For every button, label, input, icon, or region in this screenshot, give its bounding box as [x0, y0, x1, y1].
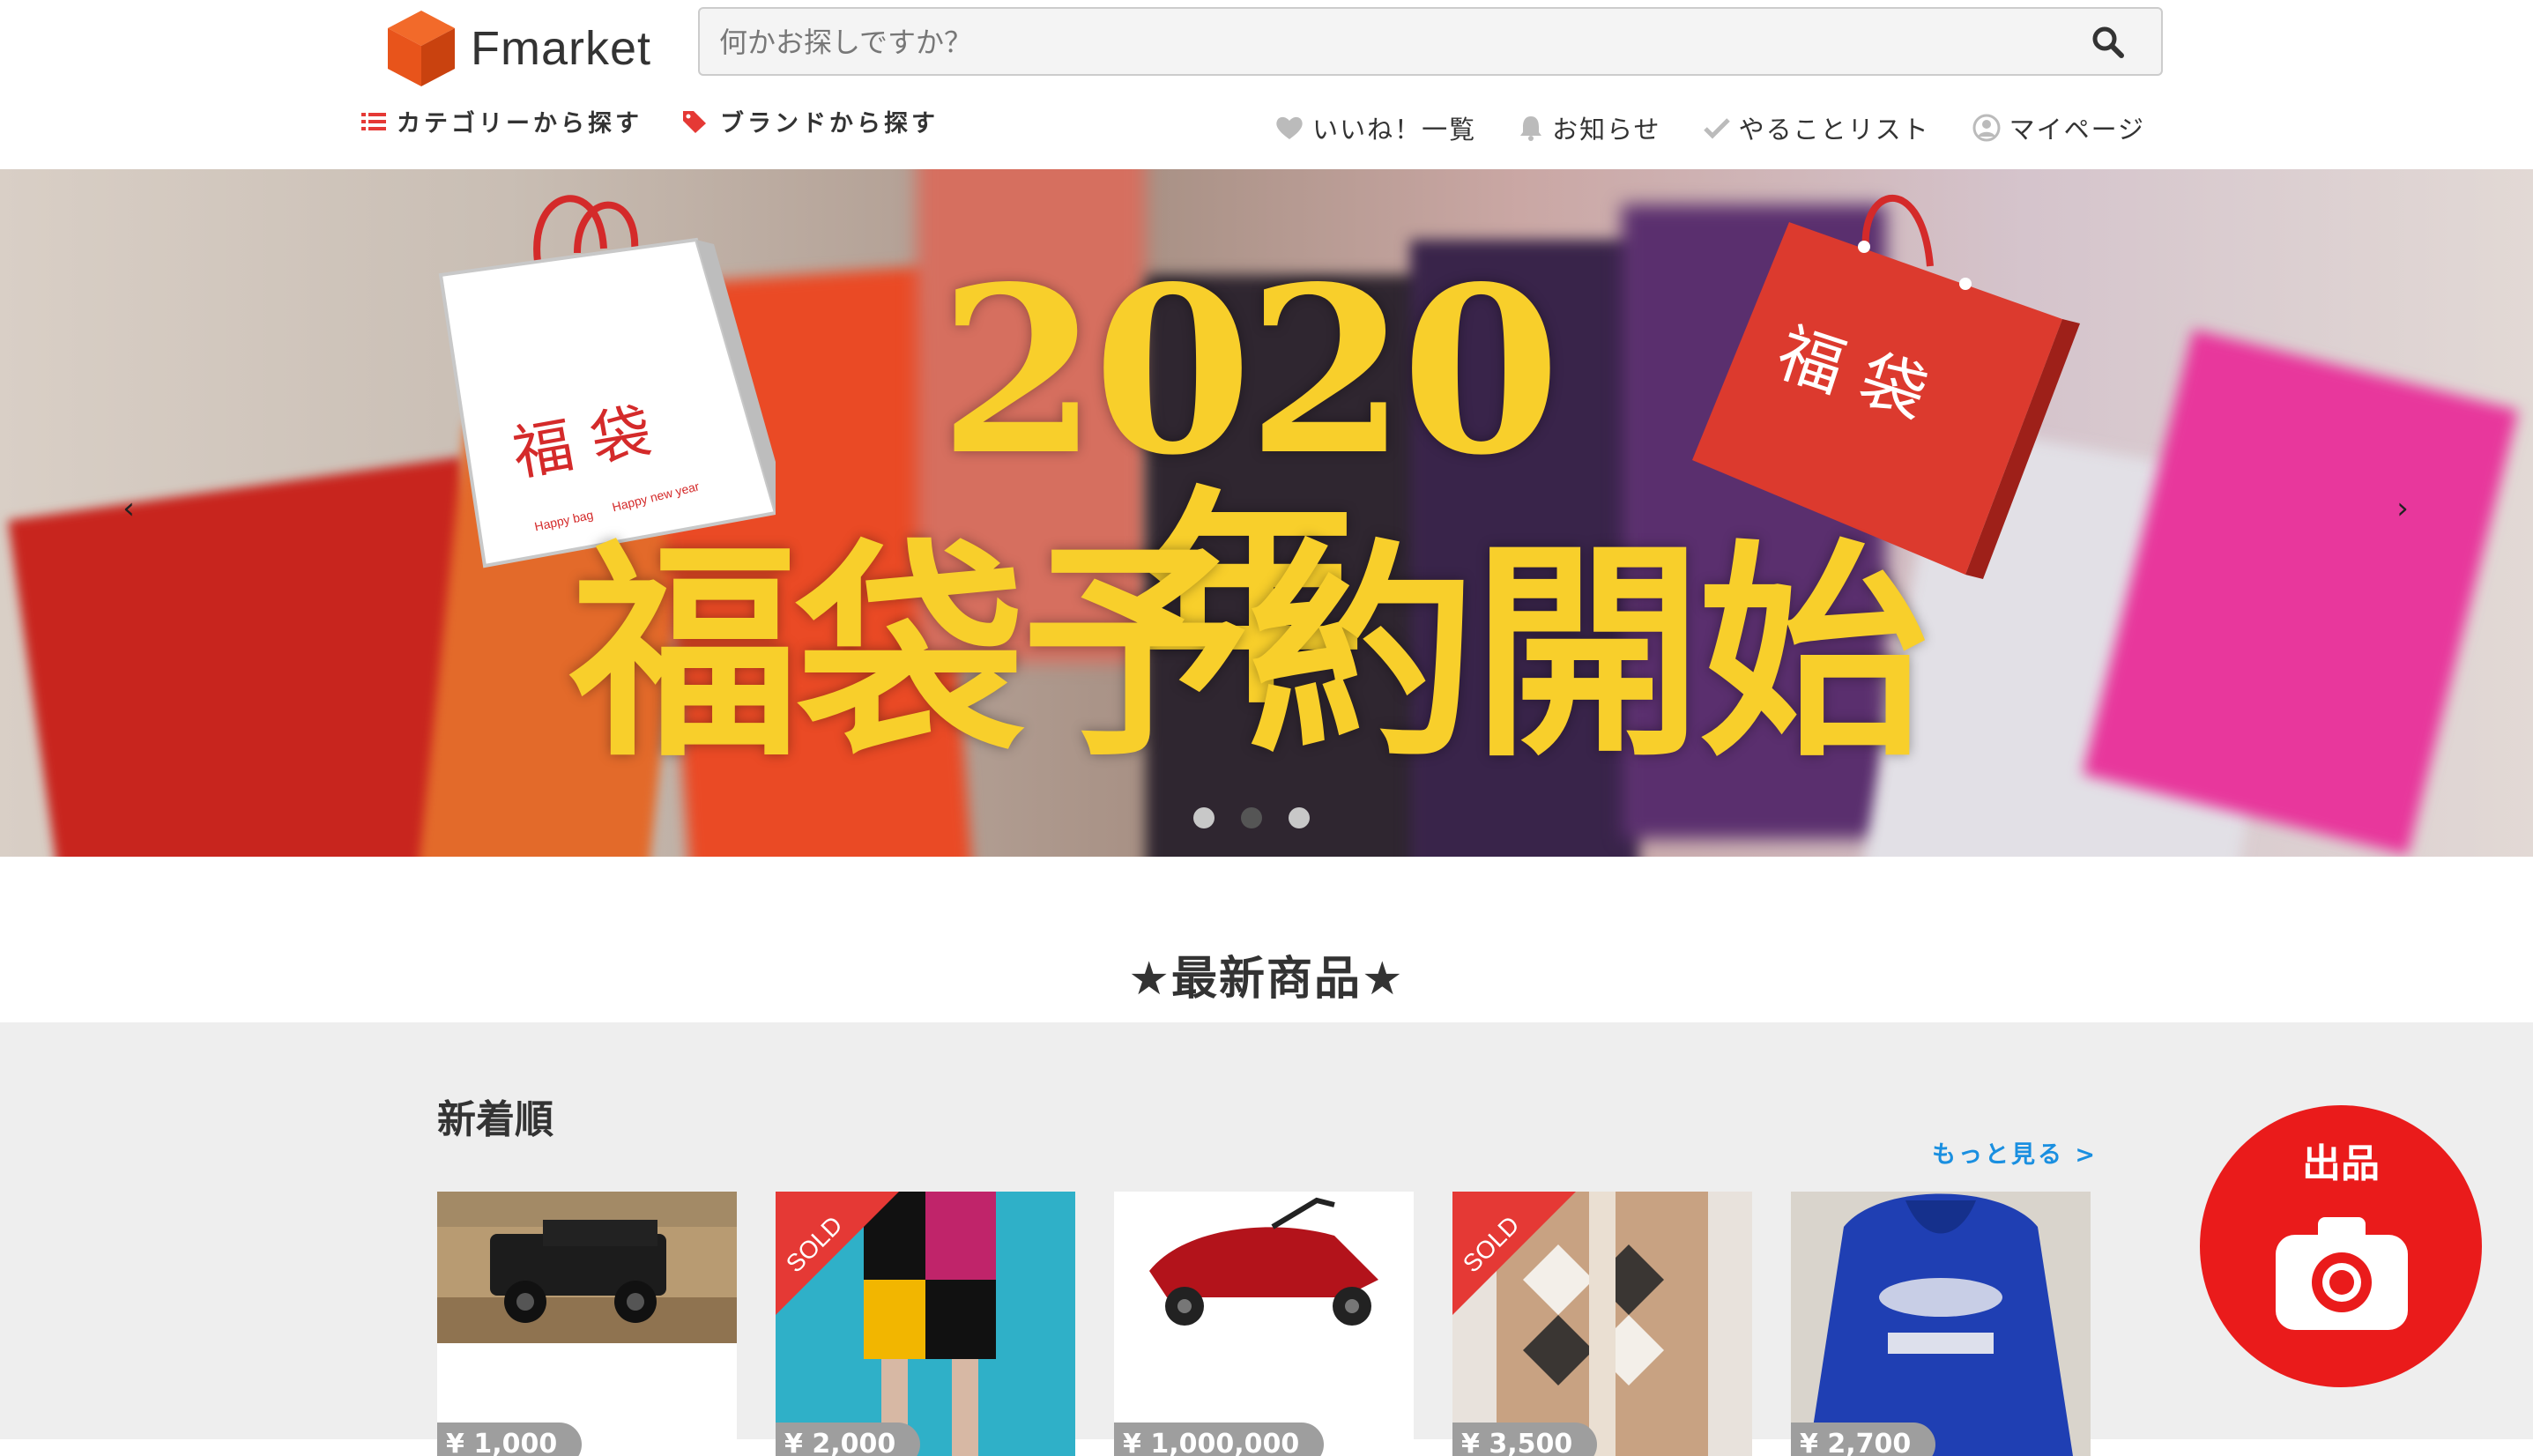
- bell-icon: [1520, 116, 1542, 141]
- nav-notifications[interactable]: お知らせ: [1519, 109, 1660, 146]
- new-items-heading: 新着順: [437, 1097, 553, 1142]
- logo[interactable]: Fmarket: [386, 9, 651, 88]
- price-tag: ¥ 1,000: [437, 1423, 583, 1456]
- site-header: Fmarket カテゴリーから探す ブランドから探す: [0, 0, 2533, 169]
- hero-title-main: 福袋予約開始: [570, 519, 1928, 788]
- user-icon: [1972, 114, 2001, 142]
- carousel-dot-3[interactable]: [1289, 807, 1310, 828]
- heart-icon: [1276, 116, 1303, 139]
- logo-text: Fmarket: [471, 22, 652, 75]
- product-card[interactable]: SOLD ¥ 2,000: [776, 1192, 1075, 1456]
- hero-banner[interactable]: 福 袋 Happy bag Happy new year 福 袋 2020年 福…: [0, 169, 2533, 857]
- check-icon: [1703, 118, 1730, 139]
- carousel-next-button[interactable]: ›: [2385, 482, 2420, 535]
- nav-notifications-label: お知らせ: [1552, 115, 1661, 145]
- see-more-link[interactable]: もっと見る >: [1932, 1135, 2098, 1170]
- carousel-prev-button[interactable]: ‹: [111, 482, 146, 535]
- sold-badge: SOLD: [1452, 1192, 1576, 1315]
- product-image-jeep: [437, 1192, 737, 1343]
- price-tag: ¥ 2,000: [776, 1423, 921, 1456]
- nav-brand-label: ブランドから探す: [720, 110, 939, 137]
- search-input[interactable]: [717, 9, 2061, 76]
- sold-label: SOLD: [1457, 1210, 1525, 1278]
- product-card[interactable]: ¥ 1,000,000: [1114, 1192, 1414, 1456]
- nav-category[interactable]: カテゴリーから探す: [361, 104, 643, 138]
- subnav-right: いいね！一覧 お知らせ やることリスト マイページ: [1233, 109, 2145, 146]
- price-tag: ¥ 1,000,000: [1114, 1423, 1325, 1456]
- list-icon: [361, 112, 386, 130]
- sell-button-label: 出品: [2302, 1141, 2380, 1186]
- logo-cube-icon: [388, 11, 455, 86]
- white-happy-bag-illustration: 福 袋 Happy bag Happy new year: [438, 195, 776, 568]
- nav-mypage-label: マイページ: [2009, 115, 2145, 145]
- nav-brand[interactable]: ブランドから探す: [681, 104, 939, 138]
- latest-products-title: ★最新商品★: [1128, 953, 1405, 1006]
- carousel-dot-1[interactable]: [1193, 807, 1215, 828]
- sold-badge: SOLD: [776, 1192, 899, 1315]
- camera-icon: [2276, 1217, 2408, 1330]
- carousel-dot-2[interactable]: [1241, 807, 1262, 828]
- product-card[interactable]: ¥ 1,000: [437, 1192, 737, 1456]
- tag-icon: [683, 110, 706, 133]
- nav-todo-label: やることリスト: [1738, 115, 1930, 145]
- product-image-scooter: [1114, 1192, 1414, 1333]
- subnav-left: カテゴリーから探す ブランドから探す: [361, 104, 977, 138]
- nav-likes-label: いいね！一覧: [1312, 115, 1477, 145]
- new-items-section: 新着順 もっと見る > ¥ 1,000 SOLD ¥ 2,000 ¥ 1,000…: [0, 1022, 2533, 1456]
- search-bar: [698, 7, 2163, 76]
- sell-button[interactable]: 出品: [2200, 1105, 2482, 1387]
- nav-likes[interactable]: いいね！一覧: [1275, 109, 1476, 146]
- nav-category-label: カテゴリーから探す: [397, 110, 643, 137]
- product-card[interactable]: SOLD ¥ 3,500: [1452, 1192, 1752, 1456]
- product-image-hoodie: [1791, 1192, 2091, 1456]
- price-tag: ¥ 2,700: [1791, 1423, 1936, 1456]
- sold-label: SOLD: [780, 1210, 848, 1278]
- price-tag: ¥ 3,500: [1452, 1423, 1598, 1456]
- search-icon[interactable]: [2091, 25, 2126, 60]
- nav-todo[interactable]: やることリスト: [1703, 109, 1930, 146]
- product-card[interactable]: ¥ 2,700: [1791, 1192, 2091, 1456]
- bg-bag: [2082, 329, 2519, 856]
- carousel-dots: [1193, 807, 1336, 828]
- nav-mypage[interactable]: マイページ: [1972, 109, 2145, 146]
